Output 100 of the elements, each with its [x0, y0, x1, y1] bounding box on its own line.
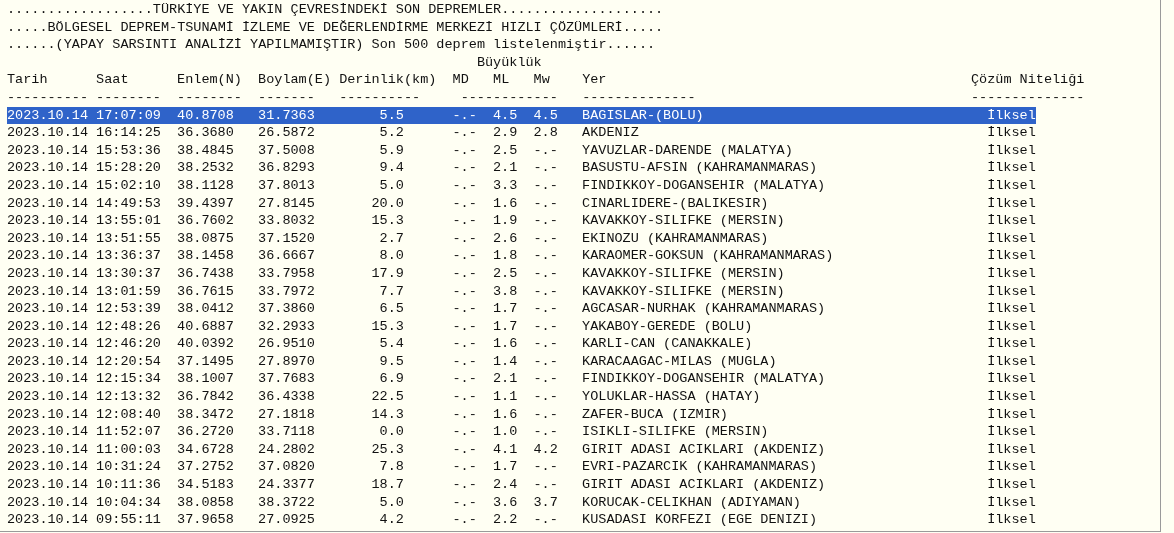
- md-magnitude-cell-text: -.-: [451, 370, 477, 389]
- solution-quality-cell: İlksel: [987, 141, 1036, 160]
- solution-quality-cell: İlksel: [987, 159, 1036, 177]
- date-cell-text: 2023.10.14: [7, 247, 89, 265]
- solution-quality-cell: İlksel: [987, 264, 1036, 283]
- header-rule: --------: [96, 88, 161, 107]
- location-cell-text: KAVAKKOY-SILIFKE (MERSIN): [582, 264, 786, 283]
- depth-cell-text: 14.3: [370, 405, 404, 424]
- depth-cell-text: 22.5: [370, 388, 404, 406]
- header-rule: ----------: [339, 88, 421, 107]
- ml-magnitude-cell-text: 1.6: [492, 405, 518, 424]
- longitude-cell-text: 37.3860: [258, 300, 316, 318]
- time-cell-text: 12:53:39: [96, 300, 162, 318]
- title-line: ......(YAPAY SARSINTI ANALİZİ YAPILMAMIŞTIR) Son 500 deprem listelenmiştir......: [7, 36, 656, 54]
- longitude-cell-text: 27.0925: [258, 511, 316, 529]
- solution-quality-cell: İlksel: [987, 493, 1036, 512]
- md-magnitude-cell-text: -.-: [451, 176, 477, 195]
- date-cell-text: 2023.10.14: [7, 141, 89, 160]
- solution-quality-cell: İlksel: [987, 194, 1036, 213]
- latitude-cell-text: 38.2532: [177, 159, 235, 177]
- header-rule: ------------: [460, 88, 558, 107]
- latitude-cell-text: 36.3680: [177, 124, 235, 142]
- time-cell-text: 17:07:09: [96, 106, 162, 125]
- depth-cell-text: 5.9: [378, 141, 404, 160]
- md-magnitude-cell-text: -.-: [451, 511, 477, 529]
- ml-magnitude-cell-text: 4.5: [492, 106, 518, 125]
- column-header: Mw: [533, 71, 550, 89]
- location-cell-text: ISIKLI-SILIFKE (MERSIN): [582, 423, 770, 441]
- md-magnitude-cell-text: -.-: [451, 194, 477, 213]
- md-magnitude-cell-text: -.-: [451, 335, 477, 353]
- location-cell-text: BAGISLAR-(BOLU): [582, 106, 705, 125]
- longitude-cell-text: 36.8293: [258, 159, 316, 177]
- ml-magnitude-cell-text: 2.6: [492, 229, 518, 248]
- date-cell-text: 2023.10.14: [7, 370, 89, 389]
- latitude-cell-text: 38.1128: [177, 176, 235, 195]
- column-header: Enlem(N): [177, 71, 242, 89]
- ml-magnitude-cell-text: 2.9: [492, 124, 518, 142]
- time-cell-text: 12:13:32: [96, 388, 162, 406]
- title-line: ..................TÜRKİYE VE YAKIN ÇEVRESİNDEKİ SON DEPREMLER....................: [7, 1, 664, 19]
- location-cell-text: KAVAKKOY-SILIFKE (MERSIN): [582, 282, 786, 301]
- location-cell-text: YOLUKLAR-HASSA (HATAY): [582, 388, 762, 406]
- mw-magnitude-cell-text: -.-: [532, 300, 558, 318]
- mw-magnitude-cell-text: -.-: [532, 317, 558, 336]
- time-cell-text: 12:20:54: [96, 352, 162, 371]
- date-cell-text: 2023.10.14: [7, 106, 89, 125]
- latitude-cell-text: 38.3472: [177, 405, 235, 424]
- location-cell-text: GIRIT ADASI ACIKLARI (AKDENIZ): [582, 476, 827, 494]
- mw-magnitude-cell-text: -.-: [532, 388, 558, 406]
- time-cell-text: 10:04:34: [96, 493, 162, 512]
- time-cell-text: 12:08:40: [96, 405, 162, 424]
- location-cell-text: FINDIKKOY-DOGANSEHIR (MALATYA): [582, 176, 827, 195]
- date-cell-text: 2023.10.14: [7, 229, 89, 248]
- latitude-cell-text: 36.7438: [177, 264, 235, 283]
- latitude-cell-text: 39.4397: [177, 194, 235, 213]
- date-cell-text: 2023.10.14: [7, 282, 89, 301]
- latitude-cell-text: 40.0392: [177, 335, 235, 353]
- date-cell-text: 2023.10.14: [7, 159, 89, 177]
- mw-magnitude-cell-text: -.-: [532, 194, 558, 213]
- latitude-cell-text: 38.1458: [177, 247, 235, 265]
- md-magnitude-cell-text: -.-: [451, 458, 477, 477]
- depth-cell-text: 5.0: [378, 493, 404, 512]
- location-cell-text: ZAFER-BUCA (IZMIR): [582, 405, 729, 424]
- column-header: Yer: [582, 71, 607, 89]
- longitude-cell-text: 26.5872: [258, 124, 316, 142]
- ml-magnitude-cell-text: 2.5: [492, 264, 518, 283]
- latitude-cell-text: 40.8708: [177, 106, 235, 125]
- mw-magnitude-cell-text: 2.8: [532, 124, 558, 142]
- location-cell-text: KAVAKKOY-SILIFKE (MERSIN): [582, 212, 786, 230]
- depth-cell-text: 25.3: [370, 440, 404, 459]
- longitude-cell-text: 26.9510: [258, 335, 316, 353]
- location-cell-text: AKDENIZ: [582, 124, 640, 142]
- column-header: MD: [452, 71, 469, 89]
- latitude-cell-text: 38.0412: [177, 300, 235, 318]
- date-cell-text: 2023.10.14: [7, 476, 89, 494]
- longitude-cell-text: 27.8970: [258, 352, 316, 371]
- longitude-cell-text: 32.2933: [258, 317, 316, 336]
- depth-cell-text: 6.9: [378, 370, 404, 389]
- latitude-cell-text: 34.6728: [177, 440, 235, 459]
- ml-magnitude-cell-text: 2.1: [492, 159, 518, 177]
- ml-magnitude-cell-text: 2.2: [492, 511, 518, 529]
- latitude-cell-text: 36.2720: [177, 423, 235, 441]
- depth-cell-text: 5.4: [378, 335, 404, 353]
- location-cell-text: EKINOZU (KAHRAMANMARAS): [582, 229, 770, 248]
- date-cell-text: 2023.10.14: [7, 458, 89, 477]
- latitude-cell-text: 36.7842: [177, 388, 235, 406]
- mw-magnitude-cell-text: -.-: [532, 476, 558, 494]
- depth-cell-text: 7.8: [378, 458, 404, 477]
- depth-cell-text: 2.7: [378, 229, 404, 248]
- solution-quality-cell: İlksel: [987, 511, 1036, 529]
- time-cell-text: 10:11:36: [96, 476, 162, 494]
- solution-quality-cell: İlksel: [987, 440, 1036, 459]
- date-cell-text: 2023.10.14: [7, 194, 89, 213]
- mw-magnitude-cell-text: -.-: [532, 335, 558, 353]
- depth-cell-text: 0.0: [378, 423, 404, 441]
- depth-cell-text: 9.4: [378, 159, 404, 177]
- md-magnitude-cell-text: -.-: [451, 352, 477, 371]
- latitude-cell-text: 37.9658: [177, 511, 235, 529]
- md-magnitude-cell-text: -.-: [451, 440, 477, 459]
- solution-quality-cell: İlksel: [987, 300, 1036, 318]
- location-cell-text: FINDIKKOY-DOGANSEHIR (MALATYA): [582, 370, 827, 389]
